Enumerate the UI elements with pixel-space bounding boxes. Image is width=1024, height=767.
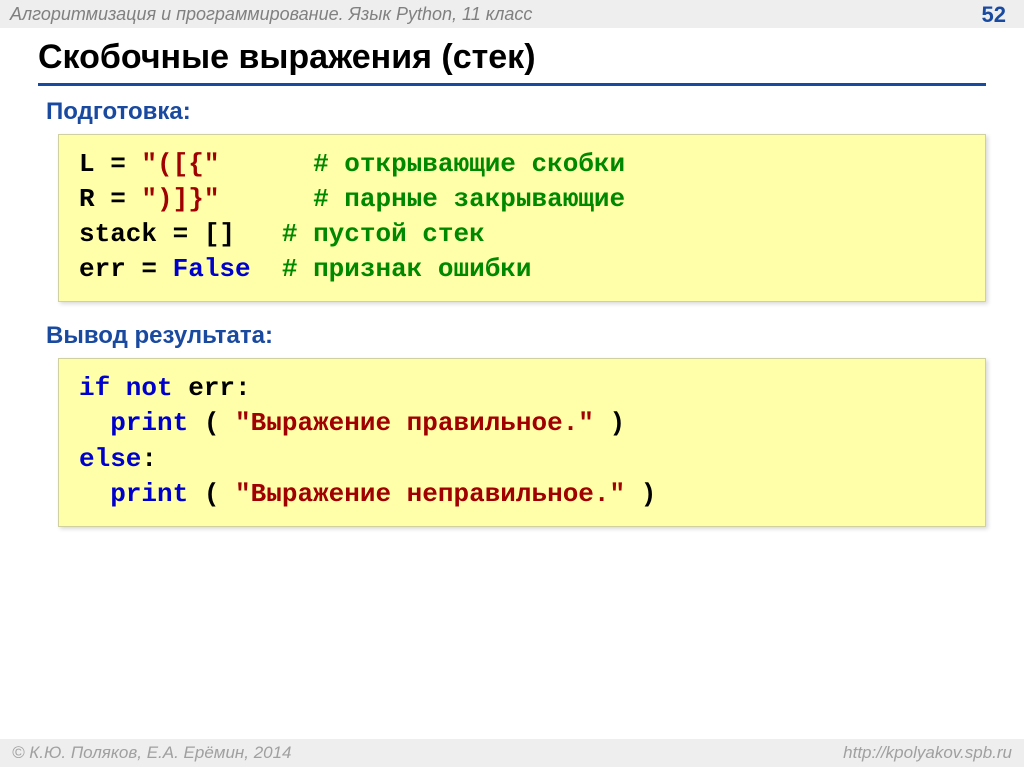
slide-content: Скобочные выражения (стек) Подготовка: L…: [0, 28, 1024, 527]
code-block-preparation: L = "([{" # открывающие скобки R = ")]}"…: [58, 134, 986, 302]
course-title: Алгоритмизация и программирование. Язык …: [10, 4, 532, 25]
code-val: []: [204, 219, 235, 249]
code-paren: ): [594, 408, 625, 438]
code-colon: :: [141, 444, 157, 474]
slide-title: Скобочные выражения (стек): [38, 38, 986, 86]
code-paren: ): [625, 479, 656, 509]
code-var: L: [79, 149, 95, 179]
code-gap: [219, 184, 313, 214]
code-string: "([{": [141, 149, 219, 179]
code-comment: # пустой стек: [282, 219, 485, 249]
code-keyword-else: else: [79, 444, 141, 474]
code-indent: [79, 408, 110, 438]
code-eq: =: [126, 254, 173, 284]
code-eq: =: [157, 219, 204, 249]
code-gap: [251, 254, 282, 284]
code-string: ")]}": [141, 184, 219, 214]
section-preparation: Подготовка:: [46, 98, 986, 126]
code-gap: [219, 149, 313, 179]
footer-url: http://kpolyakov.spb.ru: [843, 743, 1012, 763]
footer-bar: © К.Ю. Поляков, Е.А. Ерёмин, 2014 http:/…: [0, 739, 1024, 767]
code-eq: =: [95, 184, 142, 214]
code-string: "Выражение правильное.": [235, 408, 594, 438]
code-func-print: print: [110, 408, 188, 438]
page-number: 52: [982, 2, 1006, 28]
code-keyword-false: False: [173, 254, 251, 284]
code-paren: (: [188, 479, 235, 509]
header-bar: Алгоритмизация и программирование. Язык …: [0, 0, 1024, 28]
code-eq: =: [95, 149, 142, 179]
code-paren: (: [188, 408, 235, 438]
code-var: R: [79, 184, 95, 214]
code-text: err:: [173, 373, 251, 403]
code-gap: [235, 219, 282, 249]
code-comment: # открывающие скобки: [313, 149, 625, 179]
code-func-print: print: [110, 479, 188, 509]
code-keyword-ifnot: if not: [79, 373, 173, 403]
code-comment: # признак ошибки: [282, 254, 532, 284]
footer-copyright: © К.Ю. Поляков, Е.А. Ерёмин, 2014: [12, 743, 292, 763]
section-output: Вывод результата:: [46, 322, 986, 350]
code-block-output: if not err: print ( "Выражение правильно…: [58, 358, 986, 526]
code-var: err: [79, 254, 126, 284]
code-comment: # парные закрывающие: [313, 184, 625, 214]
code-indent: [79, 479, 110, 509]
code-string: "Выражение неправильное.": [235, 479, 625, 509]
code-var: stack: [79, 219, 157, 249]
